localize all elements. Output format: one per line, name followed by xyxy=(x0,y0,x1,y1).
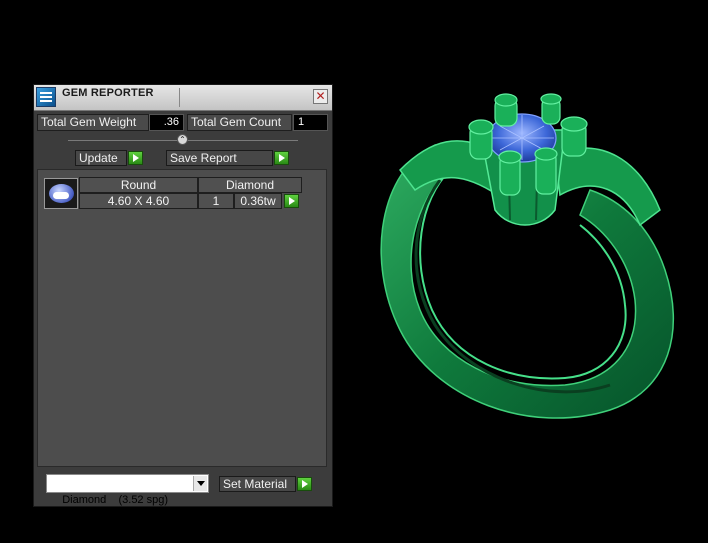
row-play-arrow-icon[interactable] xyxy=(284,194,299,208)
total-gem-count-value: 1 xyxy=(293,114,328,131)
title-bar[interactable]: GEM REPORTER ✕ xyxy=(34,85,332,111)
header-material: Diamond xyxy=(198,177,302,193)
total-gem-weight-value: .36 xyxy=(149,114,184,131)
save-report-button[interactable]: Save Report xyxy=(166,150,273,166)
row-size: 4.60 X 4.60 xyxy=(79,193,198,209)
gem-reporter-panel: GEM REPORTER ✕ Total Gem Weight .36 Tota… xyxy=(33,84,333,507)
gem-reporter-app-icon xyxy=(36,87,56,107)
row-count: 1 xyxy=(198,193,234,209)
title-separator xyxy=(179,88,180,107)
round-gem-thumbnail-icon[interactable] xyxy=(44,178,78,209)
total-gem-count-label: Total Gem Count xyxy=(187,114,292,131)
set-material-play-arrow-icon[interactable] xyxy=(297,477,312,491)
header-shape: Round xyxy=(79,177,198,193)
close-icon[interactable]: ✕ xyxy=(313,89,328,104)
collapse-knob-icon[interactable]: ⌃ xyxy=(177,134,188,145)
material-select[interactable]: Diamond (3.52 spg) xyxy=(46,474,209,506)
row-weight: 0.36tw xyxy=(234,193,282,209)
gem-highlight xyxy=(53,192,69,199)
total-gem-weight-label: Total Gem Weight xyxy=(37,114,149,131)
save-report-play-arrow-icon[interactable] xyxy=(274,151,289,165)
update-button[interactable]: Update xyxy=(75,150,127,166)
gem-list xyxy=(37,169,327,467)
ring-3d-view[interactable] xyxy=(340,60,700,460)
dropdown-arrow-icon[interactable] xyxy=(193,476,207,491)
panel-title: GEM REPORTER xyxy=(62,87,154,99)
material-select-value: Diamond (3.52 spg) xyxy=(62,494,169,506)
set-material-button[interactable]: Set Material xyxy=(219,476,296,492)
update-play-arrow-icon[interactable] xyxy=(128,151,143,165)
